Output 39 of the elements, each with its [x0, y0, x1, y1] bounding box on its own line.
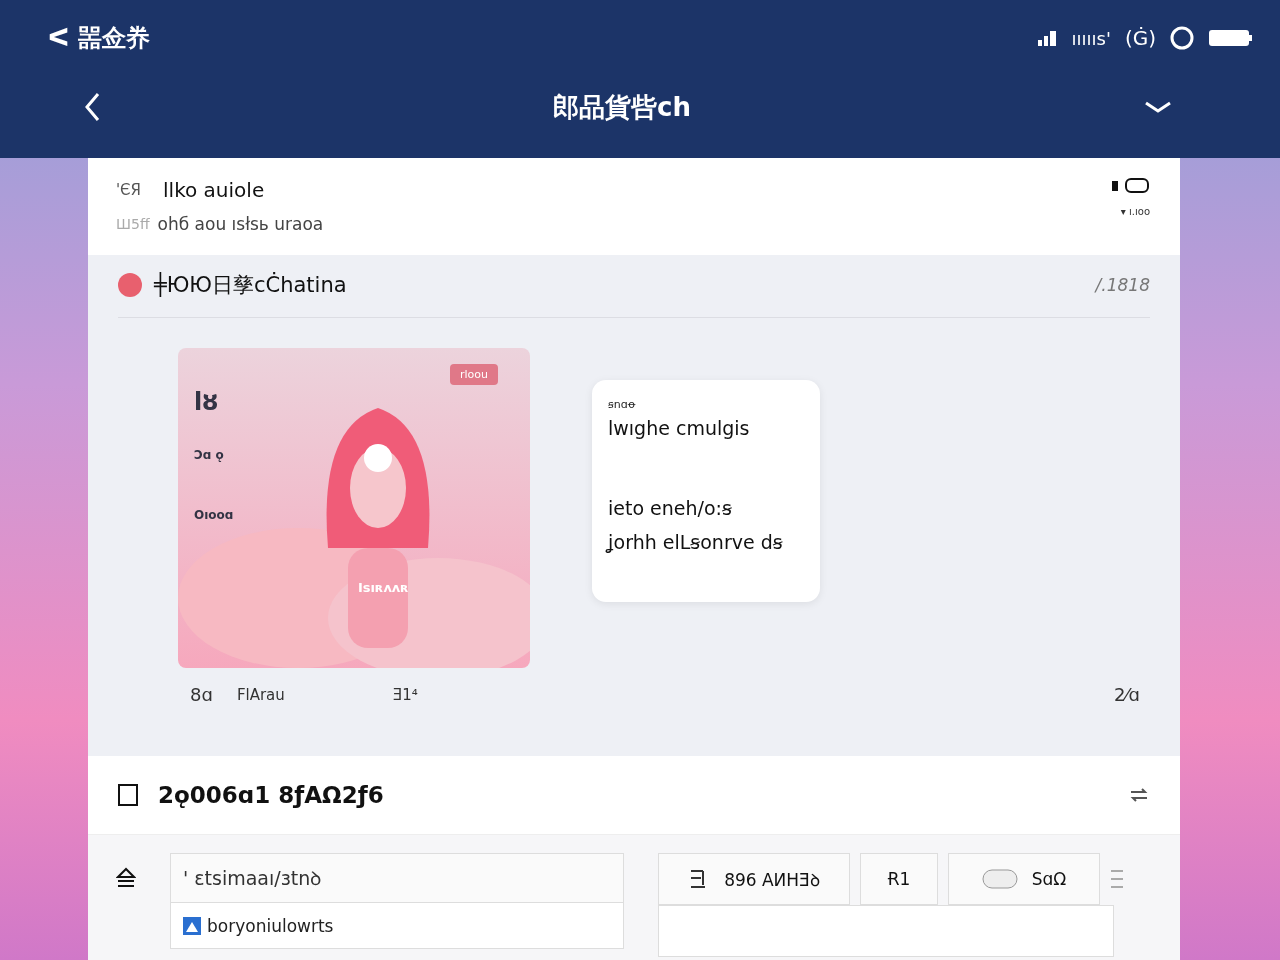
footer-text: Ǝ1⁴ — [392, 685, 418, 704]
card-line: ieto eneh/o꞉ꞩ — [608, 497, 733, 519]
footer-text: FlArau — [236, 685, 285, 704]
avatar-icon — [118, 273, 142, 297]
profile-name: llko auiole — [163, 178, 265, 202]
feed-count: /.1818 — [1095, 275, 1150, 295]
poster-caption: Isıʀʌʌʀ — [358, 580, 409, 595]
back-icon[interactable] — [84, 92, 100, 122]
search-field[interactable]: ꞌ ɛtsimaaı/ɜtnꝺ — [170, 853, 624, 903]
image-icon — [183, 916, 201, 935]
signal-icon — [1037, 30, 1058, 46]
poster-label: lȣ — [194, 388, 219, 416]
upload-icon[interactable] — [116, 867, 136, 889]
network-text: (Ġ) — [1124, 26, 1156, 50]
profile-meta: Ш5ff — [116, 216, 150, 232]
toggle-button[interactable]: SɑΩ — [948, 853, 1100, 905]
page-title: 郎品貨呰ch — [553, 90, 691, 124]
footer-text: 2⁄ɑ — [1114, 684, 1140, 705]
suggestion-item[interactable]: boryoniulowrts — [170, 903, 624, 949]
status-label: ▾ ı.ıoo — [1120, 206, 1150, 217]
camera-icon[interactable] — [1112, 178, 1150, 194]
poster-label: Oıooɑ — [194, 508, 234, 522]
panel-title: 2ǫ006ɑ1 8ƒAΩ2ƒ6 — [158, 782, 384, 808]
feed-title: ╪ЮЮ日孳cĊhatina — [154, 271, 347, 299]
toggle-icon — [981, 869, 1018, 889]
battery-icon — [1208, 28, 1252, 48]
card-label: ꞩnɑꝋ — [608, 398, 637, 411]
card-line: lwıghe cmulgis — [608, 417, 751, 439]
square-icon — [118, 784, 138, 806]
footer-text: 8ɑ — [190, 684, 213, 705]
icon-button[interactable]: Ɍ1 — [860, 853, 938, 905]
chevron-down-icon[interactable] — [1144, 101, 1172, 113]
profile-subtitle: ohб aou ısłsь uraoa — [157, 214, 324, 234]
poster-label: Ɔɑ ǫ — [194, 448, 224, 462]
profile-tag: 'ЄЯ — [116, 181, 142, 199]
carrier-text: ıııııs' — [1071, 27, 1111, 49]
action-button[interactable]: 896 AИHƎꝺ — [658, 853, 850, 905]
poster-badge: rloou — [450, 364, 498, 385]
status-text: ᐸ 噐佥奍 — [48, 23, 150, 54]
